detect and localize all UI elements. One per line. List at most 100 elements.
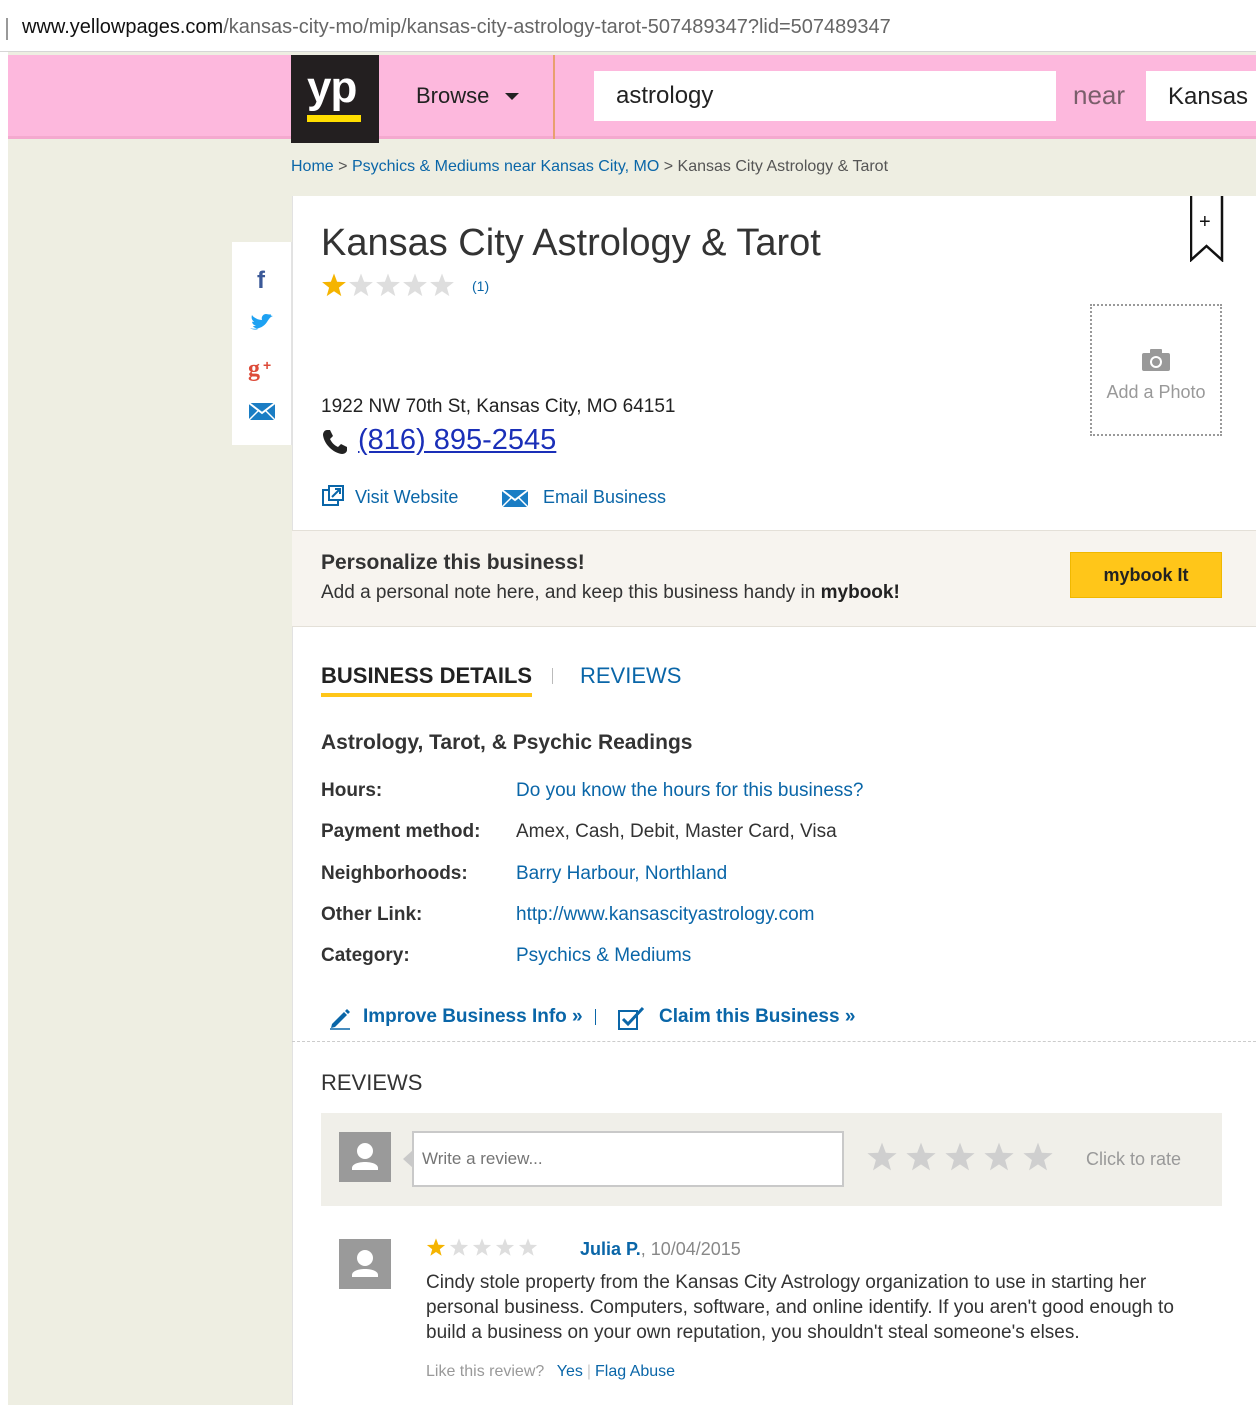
envelope-icon[interactable] [501,488,529,513]
yp-logo[interactable]: yp [291,55,379,143]
like-review-prompt: Like this review? [426,1363,545,1380]
logo-text: yp [307,63,357,112]
personalize-subtitle-text: Add a personal note here, and keep this … [321,582,821,603]
social-share-bar: f g + [232,242,292,445]
review-footer: Like this review? Yes | Flag Abuse [426,1363,675,1381]
checkbox-claim-icon[interactable] [617,1005,645,1036]
header-divider [553,55,555,139]
personalize-title: Personalize this business! [321,551,585,574]
review-text: Cindy stole property from the Kansas Cit… [426,1272,1174,1343]
rating-input-stars[interactable] [866,1142,1061,1179]
phone-number-link[interactable]: (816) 895-2545 [358,424,556,457]
star-icon[interactable] [983,1142,1015,1179]
category-label: Category: [321,945,410,966]
star-icon [348,273,374,304]
twitter-icon[interactable] [246,308,278,338]
tab-reviews[interactable]: REVIEWS [580,663,681,689]
review-count-link[interactable]: (1) [472,278,489,294]
breadcrumb-home-link[interactable]: Home [291,158,334,175]
near-label: near [1073,80,1126,110]
user-avatar-icon [352,1143,378,1170]
browse-menu-button[interactable]: Browse [416,83,489,109]
like-yes-link[interactable]: Yes [549,1363,583,1380]
improve-business-info-link[interactable]: Improve Business Info » [363,1006,583,1028]
reviews-heading: REVIEWS [321,1070,423,1095]
camera-icon [1142,349,1170,371]
click-to-rate-label: Click to rate [1086,1149,1182,1169]
url-text[interactable]: www.yellowpages.com/kansas-city-mo/mip/k… [22,16,891,39]
avatar [339,1132,391,1182]
business-name: Kansas City Astrology & Tarot [321,222,821,264]
url-bar-divider [6,18,8,40]
star-icon [375,273,401,304]
browser-url-bar[interactable]: www.yellowpages.com/kansas-city-mo/mip/k… [0,0,1256,52]
location-input[interactable]: Kansas [1146,71,1256,121]
star-icon [518,1238,538,1263]
business-address: 1922 NW 70th St, Kansas City, MO 64151 [321,396,676,417]
google-plus-icon[interactable]: g + [246,352,278,382]
section-divider [292,1041,1256,1042]
svg-text:g: g [248,356,260,382]
email-business-link[interactable]: Email Business [543,487,666,508]
business-rating-stars [321,273,456,299]
review-author-link[interactable]: Julia P. [580,1239,641,1259]
svg-text:+: + [263,357,271,373]
mybook-it-button[interactable]: mybook It [1070,552,1222,598]
breadcrumb-category-link[interactable]: Psychics & Mediums near Kansas City, MO [352,158,659,175]
footer-separator: | [586,1363,591,1380]
neighborhoods-label: Neighborhoods: [321,863,468,884]
bookmark-icon[interactable]: + [1189,196,1224,267]
star-icon [472,1238,492,1263]
tab-business-details[interactable]: BUSINESS DETAILS [321,663,533,697]
category-link[interactable]: Psychics & Mediums [516,945,691,967]
claim-business-link[interactable]: Claim this Business » [659,1006,855,1028]
add-photo-label: Add a Photo [1106,382,1206,402]
hours-link[interactable]: Do you know the hours for this business? [516,780,863,802]
logo-underline [307,115,361,122]
phone-icon [321,428,349,461]
facebook-icon[interactable]: f [246,264,278,294]
svg-text:f: f [257,267,266,294]
user-avatar-icon [352,1250,378,1277]
pencil-icon[interactable] [328,1006,352,1035]
breadcrumb: Home > Psychics & Mediums near Kansas Ci… [291,158,888,176]
bookmark-plus: + [1199,211,1211,233]
visit-website-link[interactable]: Visit Website [355,487,458,508]
action-separator [595,1009,596,1025]
breadcrumb-separator: > [338,158,348,175]
add-photo-button[interactable]: Add a Photo [1090,304,1222,436]
payment-label: Payment method: [321,821,481,842]
chevron-down-icon[interactable] [505,93,519,100]
write-review-input[interactable] [412,1131,844,1187]
star-icon [495,1238,515,1263]
review-date: , 10/04/2015 [640,1239,741,1259]
other-link-label: Other Link: [321,904,423,925]
personalize-subtitle-bold: mybook! [820,582,900,603]
breadcrumb-current: Kansas City Astrology & Tarot [677,158,889,175]
external-link-icon[interactable] [321,484,345,513]
other-link-url[interactable]: http://www.kansascityastrology.com [516,904,814,926]
url-path: /kansas-city-mo/mip/kansas-city-astrolog… [223,16,891,38]
star-icon [426,1238,446,1263]
search-input[interactable] [594,71,1056,121]
flag-abuse-link[interactable]: Flag Abuse [595,1363,675,1380]
category-heading: Astrology, Tarot, & Psychic Readings [321,731,693,754]
star-icon [429,273,455,304]
star-icon [449,1238,469,1263]
star-icon[interactable] [866,1142,898,1179]
email-share-icon[interactable] [246,396,278,426]
tab-separator [552,668,553,684]
neighborhoods-links[interactable]: Barry Harbour, Northland [516,863,727,885]
personalize-subtitle: Add a personal note here, and keep this … [321,582,900,604]
star-icon[interactable] [944,1142,976,1179]
breadcrumb-separator: > [663,158,674,175]
star-icon[interactable] [905,1142,937,1179]
star-icon [321,273,347,304]
url-domain: www.yellowpages.com [22,16,224,38]
star-icon[interactable] [1022,1142,1054,1179]
payment-value: Amex, Cash, Debit, Master Card, Visa [516,821,837,842]
reviewer-avatar [339,1239,391,1289]
review-rating-stars [426,1238,541,1263]
review-author-line: Julia P., 10/04/2015 [580,1239,741,1260]
hours-label: Hours: [321,780,383,801]
